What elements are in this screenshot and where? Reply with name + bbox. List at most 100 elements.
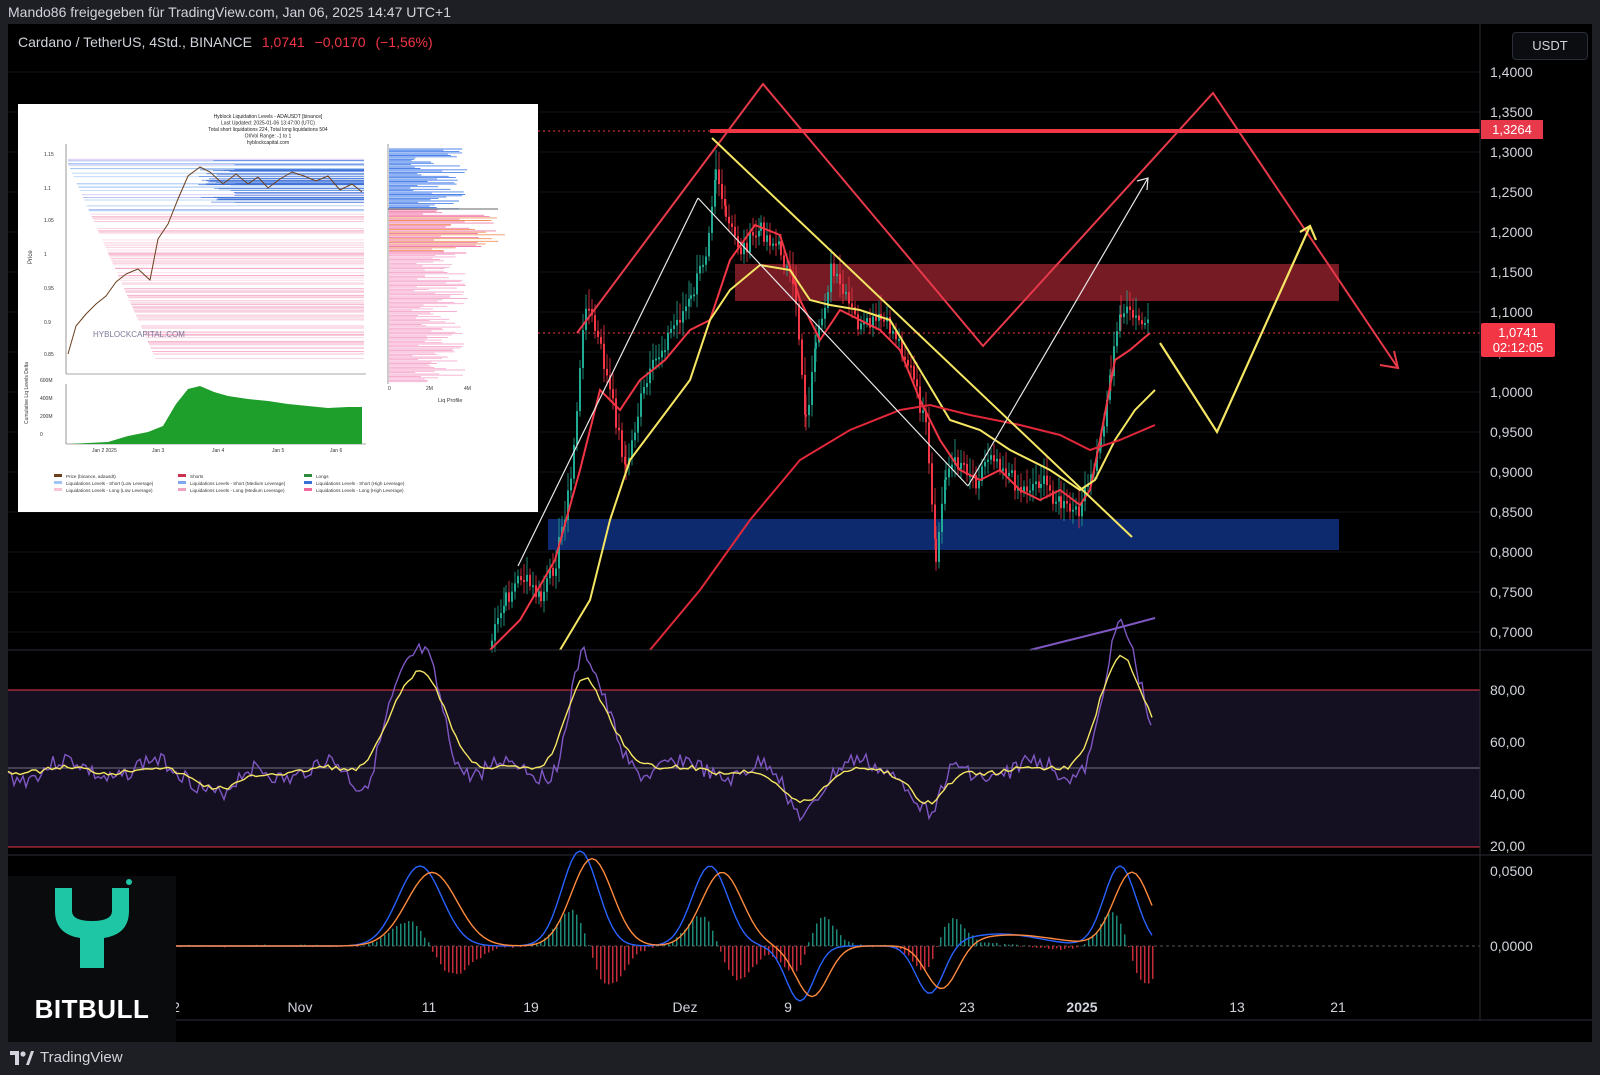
- inset-y-tick: 1.05: [44, 218, 54, 224]
- macd-bar: [928, 946, 930, 968]
- inset-legend-item: Liquidations Levels - Long (Low Leverage…: [66, 488, 153, 493]
- macd-bar: [380, 937, 382, 946]
- candle-body: [1008, 472, 1010, 476]
- candle-body: [1147, 319, 1149, 323]
- macd-bar: [1080, 945, 1082, 947]
- time-axis: 2 Nov 11 19 Dez 9 23 2025 13 21: [8, 999, 1592, 1021]
- candle-body: [772, 243, 774, 246]
- macd-bar: [836, 929, 838, 946]
- symbol-info: Cardano / TetherUS, 4Std., BINANCE 1,074…: [18, 34, 433, 50]
- candle-body: [898, 339, 900, 342]
- candle-body: [990, 455, 992, 460]
- candle-body: [740, 247, 742, 255]
- macd-bar: [568, 912, 570, 946]
- currency-button[interactable]: USDT: [1512, 32, 1588, 60]
- candle-body: [1035, 481, 1037, 485]
- candle-body: [615, 398, 617, 428]
- macd-bar: [612, 946, 614, 984]
- macd-bar: [756, 946, 758, 965]
- candle-body: [690, 295, 692, 299]
- macd-bar: [428, 942, 430, 946]
- hyblock-chart: Hyblock Liquidation Levels - ADAUSDT [bi…: [18, 104, 538, 512]
- resistance-zone: [735, 264, 1339, 301]
- macd-bar: [1068, 946, 1070, 948]
- inset-legend-item: Longs: [316, 474, 329, 479]
- ma-purple: [1029, 617, 1156, 651]
- price-tick: 1,3500: [1490, 104, 1533, 120]
- candle-body: [987, 459, 989, 462]
- candle-body: [523, 580, 525, 583]
- candle-body: [1116, 331, 1118, 347]
- inset-watermark: HYBLOCKCAPITAL.COM: [93, 330, 185, 339]
- inset-title-line: Total short liquidations 224, Total long…: [208, 127, 328, 133]
- macd-bar: [604, 946, 606, 984]
- macd-bar: [640, 946, 642, 952]
- candle-body: [1032, 484, 1034, 491]
- macd-bar: [1012, 944, 1014, 946]
- candle-body: [543, 591, 545, 602]
- macd-bar: [804, 946, 806, 955]
- candle-body: [1043, 475, 1045, 484]
- candle-body: [637, 416, 639, 433]
- candle-body: [721, 184, 723, 199]
- candle-body: [948, 468, 950, 478]
- macd-bar: [1084, 944, 1086, 946]
- macd-bar: [1136, 946, 1138, 974]
- tradingview-logo[interactable]: TradingView: [10, 1049, 123, 1066]
- candle-body: [978, 480, 980, 489]
- candle-body: [935, 538, 937, 562]
- macd-bar: [580, 922, 582, 946]
- candle-body: [1138, 315, 1140, 321]
- candle-body: [1103, 426, 1105, 437]
- candle-body: [752, 232, 754, 236]
- candle-body: [646, 383, 648, 388]
- candle-body: [1038, 481, 1040, 488]
- macd-bar: [808, 942, 810, 946]
- candle-body: [500, 613, 502, 618]
- time-tick: 13: [1229, 999, 1245, 1015]
- yellow-trendline: [711, 137, 1133, 538]
- inset-lower-y-tick: 0: [40, 432, 43, 438]
- candle-body: [1002, 468, 1004, 471]
- candle-body: [805, 414, 807, 417]
- macd-bar: [560, 918, 562, 946]
- macd-bar: [1076, 946, 1078, 948]
- macd-bar: [904, 946, 906, 954]
- macd-bar: [964, 928, 966, 946]
- candle-body: [857, 314, 859, 330]
- candle-body: [497, 617, 499, 625]
- candle-body: [1058, 496, 1060, 502]
- symbol-change: −0,0170: [314, 34, 366, 50]
- candle-body: [634, 432, 636, 441]
- candle-body: [1049, 485, 1051, 491]
- candle-body: [570, 478, 572, 491]
- candle-body: [661, 350, 663, 358]
- macd-bar: [788, 946, 790, 971]
- macd-bar: [740, 946, 742, 979]
- macd-bar: [980, 942, 982, 946]
- macd-bar: [356, 946, 358, 947]
- candle-body: [883, 319, 885, 322]
- macd-bar: [940, 937, 942, 946]
- macd-bar: [744, 946, 746, 978]
- macd-bar: [1144, 946, 1146, 984]
- macd-bar: [1116, 915, 1118, 946]
- candle-body: [643, 387, 645, 394]
- inset-legend-item: Price (binance, adausdt): [66, 474, 116, 479]
- time-tick: 2025: [1066, 999, 1097, 1015]
- inset-lower-y-tick: 200M: [40, 414, 53, 420]
- macd-bar: [1024, 945, 1026, 947]
- candle-body: [993, 455, 995, 462]
- inset-title-line: Last Updated: 2025-01-06 13:47:00 (UTC): [221, 121, 315, 127]
- inset-title-line: hyblockcapital.com: [247, 140, 289, 146]
- price-tick: 1,2000: [1490, 224, 1533, 240]
- candle-body: [538, 591, 540, 597]
- candle-body: [600, 336, 602, 344]
- candle-body: [815, 342, 817, 349]
- candle-body: [579, 368, 581, 412]
- inset-x-tick: Jan 3: [152, 448, 164, 454]
- candle-body: [734, 226, 736, 237]
- macd-bar: [704, 916, 706, 946]
- macd-bar: [1120, 923, 1122, 946]
- macd-bar: [576, 914, 578, 946]
